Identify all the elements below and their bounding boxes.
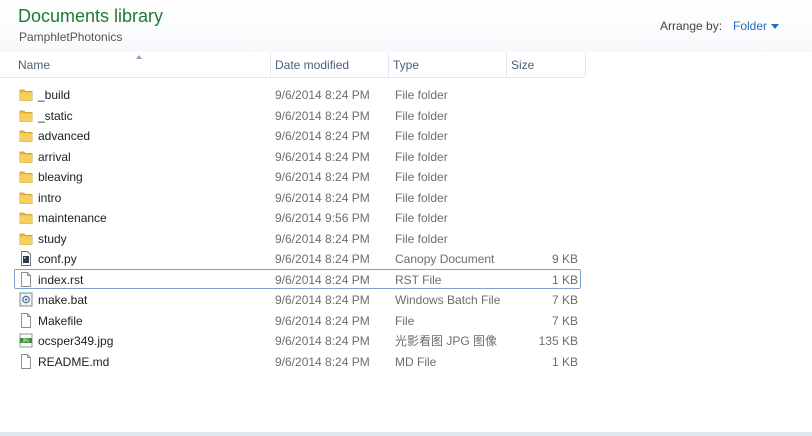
file-name: arrival xyxy=(38,149,71,164)
file-date-modified: 9/6/2014 8:24 PM xyxy=(275,293,370,307)
file-size: 1 KB xyxy=(551,272,578,287)
file-size xyxy=(518,147,578,165)
library-title: Documents library xyxy=(18,6,164,26)
file-size xyxy=(518,188,578,206)
file-type: File folder xyxy=(395,108,448,123)
file-row[interactable]: JPG ocsper349.jpg 9/6/2014 8:24 PM 光影看图 JPG… xyxy=(14,330,581,350)
folder-row[interactable]: advanced 9/6/2014 8:24 PM File folder xyxy=(14,125,581,145)
file-date-modified: 9/6/2014 8:24 PM xyxy=(275,88,370,102)
file-size: 7 KB xyxy=(551,313,578,328)
folder-row[interactable]: study 9/6/2014 8:24 PM File folder xyxy=(14,228,581,248)
folder-icon xyxy=(19,210,33,225)
file-size xyxy=(518,106,578,124)
file-date-modified: 9/6/2014 8:24 PM xyxy=(275,108,370,123)
folder-icon xyxy=(19,169,33,184)
folder-icon xyxy=(19,149,33,164)
file-name: conf.py xyxy=(38,252,77,266)
file-date-modified: 9/6/2014 8:24 PM xyxy=(275,334,370,348)
file-name: Makefile xyxy=(38,313,83,328)
file-name: _build xyxy=(38,88,71,102)
folder-icon xyxy=(19,231,33,246)
folder-row[interactable]: arrival 9/6/2014 8:24 PM File folder xyxy=(14,146,581,166)
file-type: MD File xyxy=(395,354,437,369)
folder-row[interactable]: intro 9/6/2014 8:24 PM File folder xyxy=(14,187,581,207)
folder-row[interactable]: _build 9/6/2014 8:24 PM File folder xyxy=(14,84,581,104)
column-divider[interactable] xyxy=(585,53,586,77)
file-row[interactable]: Makefile 9/6/2014 8:24 PM File 7 KB xyxy=(14,310,581,330)
file-type: RST File xyxy=(395,272,442,287)
file-name: ocsper349.jpg xyxy=(38,334,114,348)
folder-row[interactable]: bleaving 9/6/2014 8:24 PM File folder xyxy=(14,166,581,186)
file-date-modified: 9/6/2014 8:24 PM xyxy=(275,190,370,205)
file-date-modified: 9/6/2014 8:24 PM xyxy=(275,231,370,246)
file-type: File folder xyxy=(395,88,448,102)
file-name: README.md xyxy=(38,354,110,369)
file-date-modified: 9/6/2014 8:24 PM xyxy=(275,170,370,184)
blank-file-icon xyxy=(19,271,33,287)
svg-text:JPG: JPG xyxy=(22,338,30,343)
image-file-icon: JPG xyxy=(19,333,33,348)
file-date-modified: 9/6/2014 9:56 PM xyxy=(275,211,370,225)
file-size xyxy=(518,208,578,226)
file-type: File folder xyxy=(395,231,448,246)
file-size xyxy=(518,229,578,247)
file-type: File xyxy=(395,313,415,328)
python-file-icon xyxy=(19,251,33,266)
file-date-modified: 9/6/2014 8:24 PM xyxy=(275,272,370,287)
file-date-modified: 9/6/2014 8:24 PM xyxy=(275,354,370,369)
chevron-down-icon xyxy=(771,24,780,30)
file-name: maintenance xyxy=(38,211,107,225)
file-row[interactable]: conf.py 9/6/2014 8:24 PM Canopy Document 9 … xyxy=(14,248,581,268)
file-date-modified: 9/6/2014 8:24 PM xyxy=(275,129,370,143)
file-date-modified: 9/6/2014 8:24 PM xyxy=(275,313,370,328)
library-header: Documents library PamphletPhotonics Arra… xyxy=(0,0,812,52)
arrange-by-value: Folder xyxy=(733,19,768,33)
folder-icon xyxy=(19,190,33,205)
arrange-by-dropdown[interactable]: Folder xyxy=(733,19,780,33)
column-header-size[interactable]: Size xyxy=(506,53,585,77)
library-subtitle: PamphletPhotonics xyxy=(19,30,123,44)
file-size: 9 KB xyxy=(551,252,578,266)
folder-row[interactable]: _static 9/6/2014 8:24 PM File folder xyxy=(14,105,581,125)
file-name: _static xyxy=(38,108,73,123)
file-type: Canopy Document xyxy=(395,252,495,266)
folder-icon xyxy=(19,128,33,143)
file-type: File folder xyxy=(395,170,448,184)
arrange-by-label: Arrange by: xyxy=(660,19,723,33)
column-header-type[interactable]: Type xyxy=(388,53,506,77)
folder-icon xyxy=(19,87,33,102)
blank-file-icon xyxy=(19,353,33,369)
folder-icon xyxy=(19,108,33,123)
column-header-name[interactable]: Name xyxy=(14,53,270,77)
file-name: bleaving xyxy=(38,170,83,184)
file-size: 7 KB xyxy=(551,293,578,307)
column-headers: Name Date modified Type Size xyxy=(0,53,586,78)
file-size xyxy=(518,85,578,103)
file-row[interactable]: README.md 9/6/2014 8:24 PM MD File 1 KB xyxy=(14,351,581,371)
file-size xyxy=(518,126,578,144)
bottom-border xyxy=(0,432,812,436)
file-date-modified: 9/6/2014 8:24 PM xyxy=(275,149,370,164)
file-type: 光影看图 JPG 图像 xyxy=(395,334,498,348)
file-type: File folder xyxy=(395,129,448,143)
file-type: File folder xyxy=(395,211,448,225)
file-type: File folder xyxy=(395,190,448,205)
batch-file-icon xyxy=(19,292,33,307)
file-name: make.bat xyxy=(38,293,88,307)
blank-file-icon xyxy=(19,312,33,328)
folder-row[interactable]: maintenance 9/6/2014 9:56 PM File folder xyxy=(14,207,581,227)
file-row[interactable]: index.rst 9/6/2014 8:24 PM RST File 1 KB xyxy=(14,268,581,289)
file-name: advanced xyxy=(38,129,91,143)
file-type: Windows Batch File xyxy=(395,293,501,307)
file-row[interactable]: make.bat 9/6/2014 8:24 PM Windows Batch Fi… xyxy=(14,289,581,309)
file-date-modified: 9/6/2014 8:24 PM xyxy=(275,252,370,266)
file-size: 1 KB xyxy=(551,354,578,369)
file-name: index.rst xyxy=(38,272,84,287)
file-name: study xyxy=(38,231,67,246)
column-header-date[interactable]: Date modified xyxy=(270,53,388,77)
file-size: 135 KB xyxy=(538,334,578,348)
file-size xyxy=(518,167,578,185)
file-type: File folder xyxy=(395,149,448,164)
file-name: intro xyxy=(38,190,62,205)
